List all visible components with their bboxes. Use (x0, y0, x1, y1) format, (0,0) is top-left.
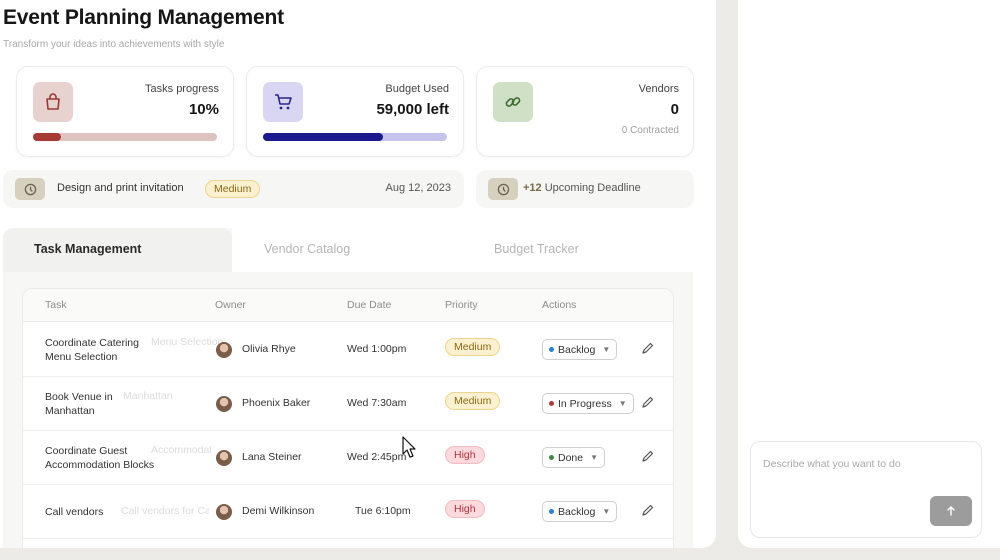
due-date: Wed 1:00pm (347, 343, 407, 355)
column-task[interactable]: Task (45, 299, 67, 311)
status-select[interactable]: In Progress ▼ (542, 393, 634, 414)
clock-icon (15, 178, 45, 200)
tab-budget-tracker[interactable]: Budget Tracker (494, 242, 579, 256)
page-title: Event Planning Management (3, 6, 284, 29)
status-dot (549, 509, 554, 514)
status-label: Backlog (558, 505, 596, 518)
table-row[interactable]: Coordinate Guest Accommodation Blocks Ac… (23, 431, 673, 485)
chevron-down-icon: ▼ (618, 399, 627, 408)
arrow-up-icon (947, 506, 955, 516)
tab-vendor-catalog[interactable]: Vendor Catalog (264, 242, 350, 256)
budget-card: Budget Used 59,000 left (246, 66, 464, 157)
task-name-line2: Menu Selection (45, 351, 118, 363)
budget-value: 59,000 left (376, 101, 449, 118)
owner-name: Olivia Rhye (242, 343, 296, 355)
table-row[interactable]: Call vendors Call vendors for Catering P… (23, 485, 673, 539)
tasks-progress-bar (33, 133, 217, 141)
chevron-down-icon: ▼ (602, 345, 611, 354)
status-select[interactable]: Backlog ▼ (542, 501, 618, 522)
budget-progress-bar (263, 133, 447, 141)
table-row[interactable]: Book Venue in Manhattan Manhattan Phoeni… (23, 377, 673, 431)
vendors-label: Vendors (638, 83, 679, 95)
tab-task-management[interactable]: Task Management (3, 228, 232, 272)
column-actions: Actions (542, 299, 577, 311)
budget-label: Budget Used (385, 83, 449, 95)
owner-name: Demi Wilkinson (242, 505, 315, 517)
column-owner[interactable]: Owner (215, 299, 246, 311)
table-row[interactable]: Coordinate Catering Menu Selection Menu … (23, 323, 673, 377)
budget-progress-fill (263, 133, 383, 141)
chat-box (750, 441, 982, 538)
page-subtitle: Transform your ideas into achievements w… (3, 39, 225, 50)
edit-icon[interactable] (641, 449, 655, 463)
vendors-card: Vendors 0 0 Contracted (476, 66, 694, 157)
status-label: In Progress (558, 397, 612, 410)
tasks-progress-value: 10% (188, 101, 219, 118)
status-select[interactable]: Done ▼ (542, 447, 606, 468)
due-date: Tue 6:10pm (355, 505, 411, 517)
priority-cell: Medium (445, 338, 501, 356)
status-dot (549, 347, 554, 352)
chevron-down-icon: ▼ (590, 453, 599, 462)
status-label: Done (558, 451, 584, 464)
avatar (216, 342, 232, 358)
deadline-count: +12 (523, 182, 542, 194)
task-overflow-text: Accommodation Blocks (151, 444, 211, 456)
send-button[interactable] (930, 496, 972, 526)
priority-badge: Medium (445, 338, 501, 356)
upcoming-task-name: Design and print invitation (57, 182, 184, 194)
deadline-label: Upcoming Deadline (544, 182, 641, 194)
chat-input[interactable] (763, 458, 963, 470)
upcoming-deadline-bar[interactable]: +12 Upcoming Deadline (476, 170, 694, 208)
deadline-text: +12 Upcoming Deadline (523, 182, 641, 194)
priority-badge: Medium (445, 392, 501, 410)
link-icon (493, 82, 533, 122)
column-priority[interactable]: Priority (445, 299, 478, 311)
upcoming-task-bar[interactable]: Design and print invitation Medium Aug 1… (3, 170, 464, 208)
priority-cell: High (445, 446, 485, 464)
table-header: Task Owner Due Date Priority Actions (23, 289, 673, 322)
upcoming-task-date: Aug 12, 2023 (385, 182, 451, 194)
status-select[interactable]: Backlog ▼ (542, 339, 618, 360)
priority-badge: High (445, 446, 485, 464)
due-date: Wed 7:30am (347, 397, 407, 409)
owner-name: Phoenix Baker (242, 397, 311, 409)
edit-icon[interactable] (641, 503, 655, 517)
edit-icon[interactable] (641, 341, 655, 355)
column-due-date[interactable]: Due Date (347, 299, 391, 311)
priority-cell: Medium (445, 392, 501, 410)
priority-badge: Medium (205, 180, 261, 198)
tasks-progress-card: Tasks progress 10% (16, 66, 234, 157)
task-overflow-text: Call vendors for Catering Pricing (121, 505, 209, 517)
status-dot (549, 455, 554, 460)
tasks-progress-fill (33, 133, 61, 141)
avatar (216, 396, 232, 412)
tasks-progress-label: Tasks progress (145, 83, 219, 95)
upcoming-task-priority: Medium (205, 179, 261, 198)
status-label: Backlog (558, 343, 596, 356)
due-date: Wed 2:45pm (347, 451, 407, 463)
task-overflow-text: Manhattan (123, 390, 173, 402)
task-name-line2: Manhattan (45, 405, 95, 417)
status-dot (549, 401, 554, 406)
priority-cell: High (445, 500, 485, 518)
priority-badge: High (445, 500, 485, 518)
main-panel: Event Planning Management Transform your… (0, 0, 716, 548)
task-table: Task Owner Due Date Priority Actions Coo… (22, 288, 674, 548)
vendors-contracted-note: 0 Contracted (621, 125, 679, 136)
edit-icon[interactable] (641, 395, 655, 409)
avatar (216, 450, 232, 466)
avatar (216, 504, 232, 520)
owner-name: Lana Steiner (242, 451, 302, 463)
vendors-value: 0 (670, 101, 679, 118)
mouse-cursor-icon (402, 436, 416, 458)
cart-icon (263, 82, 303, 122)
task-name-line2: Accommodation Blocks (45, 459, 155, 471)
task-overflow-text: Menu Selection (151, 336, 224, 348)
chevron-down-icon: ▼ (602, 507, 611, 516)
shopping-bag-icon (33, 82, 73, 122)
clock-icon (488, 178, 518, 200)
